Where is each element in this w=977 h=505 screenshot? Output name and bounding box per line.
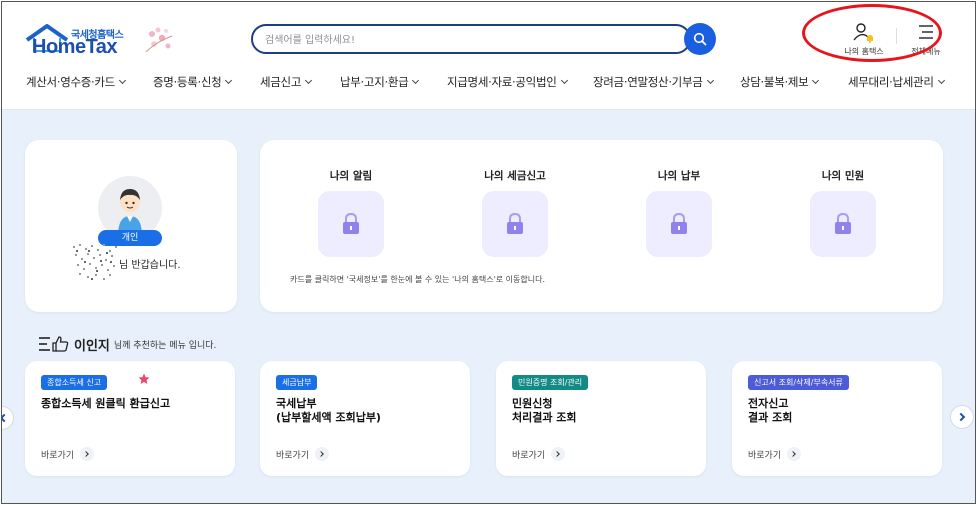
card-title: 전자신고 결과 조회 [748, 397, 793, 424]
card-tag: 세금납부 [276, 375, 318, 390]
alert-title: 나의 민원 [821, 170, 865, 182]
hometax-logo[interactable]: 국세청홈택스 HomeTax [24, 22, 174, 62]
nav-label: 상담·불복·제보 [740, 75, 809, 89]
goto-link[interactable]: 바로가기 [276, 447, 330, 461]
nav-item-incentives[interactable]: 장려금·연말정산·기부금 [593, 74, 714, 90]
chevron-right-icon [787, 447, 802, 461]
lock-icon [671, 213, 687, 234]
nav-item-payment-statements[interactable]: 지급명세·자료·공익법인 [447, 74, 568, 90]
chevron-down-icon [118, 76, 126, 85]
nav-label: 납부·고지·환급 [340, 75, 409, 89]
card-title: 종합소득세 원클릭 환급신고 [41, 397, 171, 410]
goto-label: 바로가기 [512, 450, 546, 461]
lock-icon [835, 213, 851, 234]
nav-label: 증명·등록·신청 [153, 75, 222, 89]
nav-label: 세무대리·납세관리 [848, 75, 934, 89]
alert-title: 나의 납부 [657, 170, 701, 182]
nav-item-consulting[interactable]: 상담·불복·제보 [740, 74, 820, 90]
chevron-down-icon [560, 76, 568, 85]
recommend-card-civil-petition[interactable]: 민원증명 조회/관리 민원신청 처리결과 조회 바로가기 [496, 361, 706, 476]
recommend-card-income-tax[interactable]: 종합소득세 신고 종합소득세 원클릭 환급신고 바로가기 [25, 361, 235, 476]
card-title: 민원신청 처리결과 조회 [512, 397, 577, 424]
card-title: 국세납부 (납부할세액 조회납부) [276, 397, 381, 424]
search-button[interactable] [684, 23, 716, 55]
carousel-next-button[interactable] [950, 405, 974, 429]
search-input[interactable] [265, 31, 665, 49]
nav-label: 지급명세·자료·공익법인 [447, 75, 557, 89]
card-tag: 민원증명 조회/관리 [512, 375, 589, 390]
nav-item-certificates[interactable]: 증명·등록·신청 [153, 74, 233, 90]
recommend-card-e-filing[interactable]: 신고서 조회/삭제/부속서류 전자신고 결과 조회 바로가기 [732, 361, 942, 476]
chevron-down-icon [225, 76, 233, 85]
chevron-right-icon [551, 447, 566, 461]
card-tag: 신고서 조회/삭제/부속서류 [748, 375, 849, 390]
goto-label: 바로가기 [748, 450, 782, 461]
nav-item-payment[interactable]: 납부·고지·환급 [340, 74, 420, 90]
nav-label: 세금신고 [260, 75, 302, 89]
hometax-window: 국세청홈택스 HomeTax 검색어를 입력하세요! 나의 홈택스 전체메뉴 계… [1, 1, 976, 504]
lock-icon [343, 213, 359, 234]
recommend-card-tax-payment[interactable]: 세금납부 국세납부 (납부할세액 조회납부) 바로가기 [260, 361, 470, 476]
recommend-heading: 이인지 님께 추천하는 메뉴 입니다. [38, 334, 216, 354]
chevron-right-icon [315, 447, 330, 461]
nav-item-receipts[interactable]: 계산서·영수증·카드 [26, 74, 126, 90]
main-content: 개인 님 반갑습니다. 나의 알림 나의 세금신고 나의 납부 나의 민원 카드… [2, 110, 975, 503]
lock-tile [646, 191, 712, 257]
blossom-icon [145, 27, 173, 53]
highlight-annotation [802, 4, 942, 62]
star-icon [138, 373, 150, 384]
lock-icon [507, 213, 523, 234]
chevron-right-icon [956, 412, 965, 422]
my-alerts-item[interactable]: 나의 알림 [306, 168, 396, 257]
lock-tile [810, 191, 876, 257]
goto-link[interactable]: 바로가기 [512, 447, 566, 461]
nav-label: 계산서·영수증·카드 [26, 75, 115, 89]
chevron-left-icon [2, 413, 8, 423]
list-thumbs-up-icon [39, 336, 69, 352]
profile-card[interactable]: 개인 님 반갑습니다. [25, 140, 237, 312]
greeting-text: 님 반갑습니다. [119, 260, 181, 271]
nav-label: 장려금·연말정산·기부금 [593, 75, 703, 89]
chevron-down-icon [706, 76, 714, 85]
card-hint-text: 카드를 클릭하면 '국세정보'를 한눈에 볼 수 있는 '나의 홈택스'로 이동… [290, 275, 546, 284]
nav-item-tax-filing[interactable]: 세금신고 [260, 74, 313, 90]
logo-title: HomeTax [32, 36, 118, 58]
my-tax-filing-item[interactable]: 나의 세금신고 [470, 168, 560, 257]
recommend-subtitle: 님께 추천하는 메뉴 입니다. [113, 340, 217, 351]
lock-tile [482, 191, 548, 257]
chevron-down-icon [305, 76, 313, 85]
goto-link[interactable]: 바로가기 [41, 447, 95, 461]
goto-link[interactable]: 바로가기 [748, 447, 802, 461]
chevron-down-icon [812, 76, 820, 85]
header: 국세청홈택스 HomeTax 검색어를 입력하세요! 나의 홈택스 전체메뉴 계… [2, 2, 975, 110]
carousel-prev-button[interactable] [2, 406, 14, 430]
user-name: 이인지 [74, 338, 110, 354]
alert-title: 나의 알림 [329, 170, 373, 182]
alert-title: 나의 세금신고 [484, 170, 546, 182]
my-civil-petitions-item[interactable]: 나의 민원 [798, 168, 888, 257]
chevron-down-icon [937, 76, 945, 85]
my-info-card: 나의 알림 나의 세금신고 나의 납부 나의 민원 카드를 클릭하면 '국세정보… [260, 140, 943, 312]
goto-label: 바로가기 [41, 450, 75, 461]
chevron-right-icon [80, 447, 95, 461]
my-payment-item[interactable]: 나의 납부 [634, 168, 724, 257]
goto-label: 바로가기 [276, 450, 310, 461]
search-icon [693, 32, 707, 46]
nav-item-tax-agent[interactable]: 세무대리·납세관리 [848, 74, 945, 90]
search-box [251, 24, 691, 54]
lock-tile [318, 191, 384, 257]
card-tag: 종합소득세 신고 [41, 375, 108, 390]
chevron-down-icon [412, 76, 420, 85]
main-nav: 계산서·영수증·카드 증명·등록·신청 세금신고 납부·고지·환급 지급명세·자… [2, 74, 975, 94]
